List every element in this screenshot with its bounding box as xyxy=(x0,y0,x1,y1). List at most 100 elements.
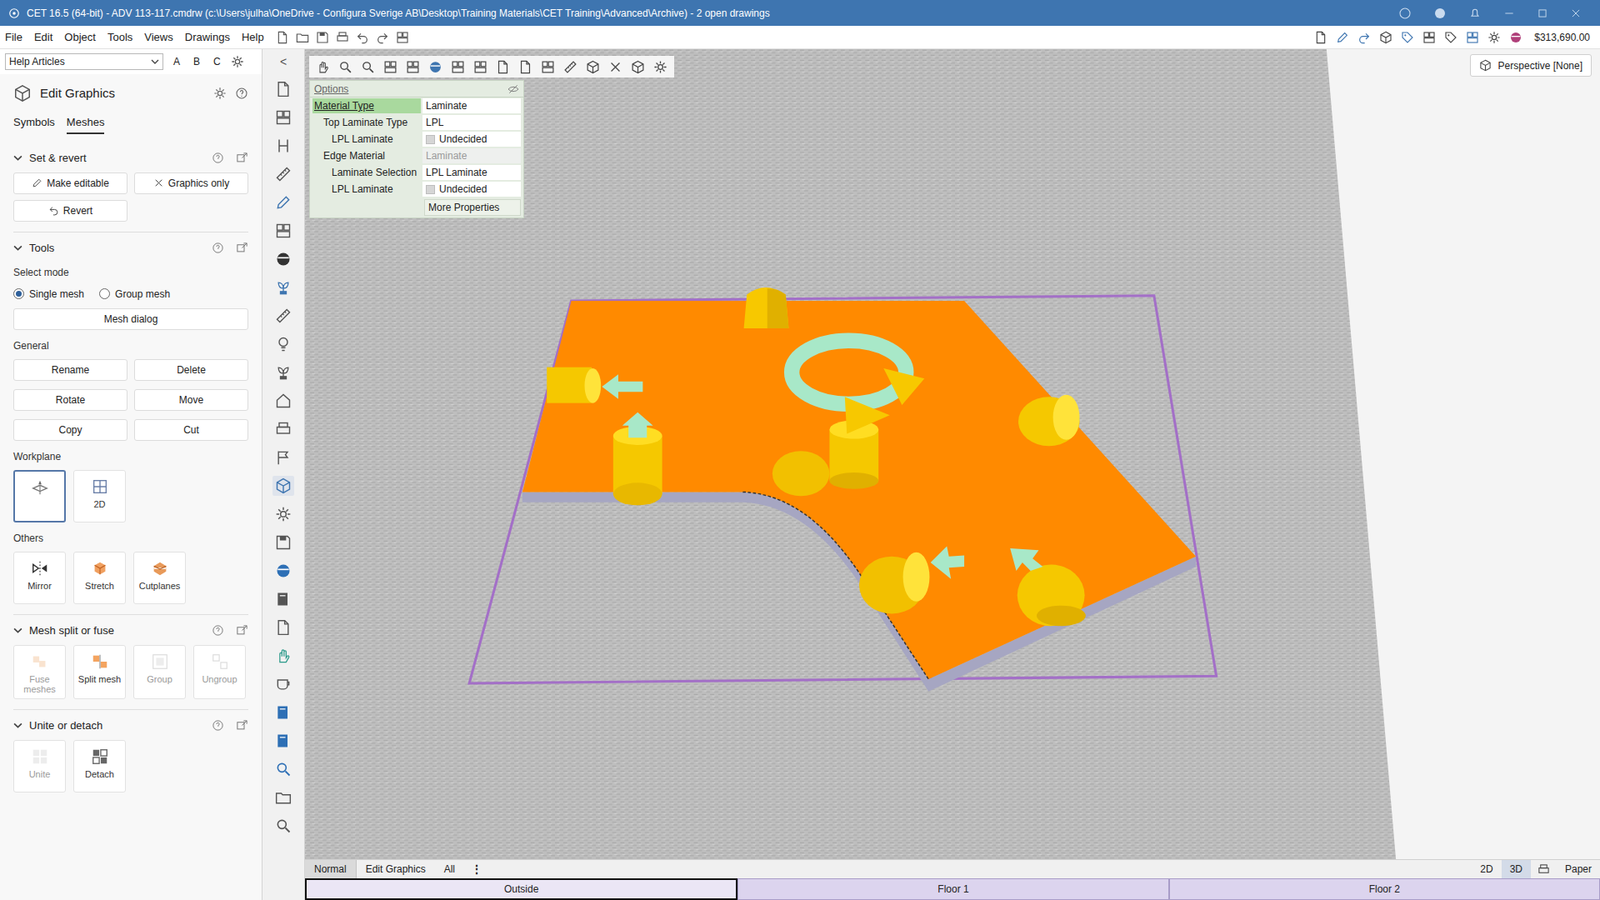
close-icon[interactable] xyxy=(1570,7,1582,20)
chevron-icon[interactable] xyxy=(13,243,23,253)
help-icon[interactable] xyxy=(235,86,249,100)
tool-tile[interactable]: Mirror xyxy=(13,551,66,605)
option-row[interactable]: Material TypeLaminate xyxy=(310,97,524,115)
chevron-icon[interactable] xyxy=(13,153,23,163)
section-header[interactable]: Set & revert xyxy=(13,149,249,168)
toolbar-button[interactable] xyxy=(272,759,295,780)
view-tab[interactable]: Normal xyxy=(305,860,357,879)
checkbox[interactable] xyxy=(425,135,435,145)
floor-tab[interactable]: Floor 1 xyxy=(737,878,1169,900)
toolbar-button[interactable] xyxy=(335,30,350,45)
toolbar-button[interactable] xyxy=(1509,30,1523,45)
menu-item[interactable]: File xyxy=(5,29,23,46)
view-tool-button[interactable] xyxy=(563,60,578,75)
section-header[interactable]: Mesh split or fuse xyxy=(13,621,249,640)
view-tool-button[interactable] xyxy=(383,60,398,75)
toolbar-button[interactable] xyxy=(315,30,330,45)
panel-button[interactable]: Mesh dialog xyxy=(13,308,249,330)
help-icon[interactable] xyxy=(211,719,225,732)
slab-top[interactable] xyxy=(522,300,1196,680)
toolbar-button[interactable] xyxy=(272,702,295,723)
radio-button[interactable] xyxy=(13,288,25,300)
toolbar-button[interactable] xyxy=(272,504,295,525)
tool-tile[interactable]: Fuse meshes xyxy=(13,645,66,700)
view-tool-button[interactable] xyxy=(540,60,555,75)
perspective-button[interactable]: Perspective [None] xyxy=(1470,54,1592,77)
help-icon[interactable] xyxy=(211,624,225,637)
quick-button[interactable]: B xyxy=(191,54,202,70)
toolbar-button[interactable] xyxy=(272,305,295,326)
menu-item[interactable]: Help xyxy=(241,29,265,46)
toolbar-button[interactable] xyxy=(1487,30,1501,45)
view-tool-button[interactable] xyxy=(495,60,510,75)
view-tool-button[interactable] xyxy=(518,60,533,75)
tool-tile[interactable]: Cutplanes xyxy=(133,551,186,605)
chevron-icon[interactable] xyxy=(13,720,23,730)
toolbar-button[interactable] xyxy=(272,815,295,836)
toolbar-button[interactable] xyxy=(272,730,295,751)
view-tool-button[interactable] xyxy=(428,60,443,75)
toolbar-button[interactable] xyxy=(272,79,295,100)
help-dropdown[interactable]: Help Articles xyxy=(5,53,164,70)
view-tool-button[interactable] xyxy=(630,60,645,75)
radio-option[interactable]: Group mesh xyxy=(99,286,170,302)
popout-icon[interactable] xyxy=(235,719,249,732)
toolbar-button[interactable] xyxy=(272,532,295,553)
toolbar-button[interactable] xyxy=(272,475,295,496)
view-tool-button[interactable] xyxy=(608,60,623,75)
toolbar-button[interactable] xyxy=(272,447,295,468)
menu-item[interactable]: Views xyxy=(144,29,173,46)
layout-button[interactable] xyxy=(1530,860,1557,879)
more-properties-button[interactable]: More Properties xyxy=(424,199,521,216)
radio-option[interactable]: Single mesh xyxy=(13,286,85,302)
help-icon[interactable] xyxy=(211,151,225,165)
panel-button[interactable]: Rotate xyxy=(13,389,128,411)
quick-button[interactable]: A xyxy=(171,54,182,70)
hide-icon[interactable] xyxy=(507,83,520,95)
panel-button[interactable]: Revert xyxy=(13,200,128,222)
toolbar-button[interactable] xyxy=(272,164,295,185)
toolbar-button[interactable] xyxy=(272,362,295,383)
collapse-button[interactable]: < xyxy=(280,49,287,75)
toolbar-button[interactable] xyxy=(272,249,295,270)
view-tab[interactable]: All xyxy=(435,860,465,879)
menu-item[interactable]: Tools xyxy=(107,29,133,46)
view-tool-button[interactable] xyxy=(315,60,330,75)
tool-tile[interactable]: Group xyxy=(133,645,186,700)
panel-settings[interactable] xyxy=(213,86,227,100)
toolbar-button[interactable] xyxy=(1335,30,1350,45)
chevron-icon[interactable] xyxy=(13,625,23,635)
view-mode-button[interactable]: 2D xyxy=(1471,860,1501,879)
view-tool-button[interactable] xyxy=(473,60,488,75)
toolbar-button[interactable] xyxy=(272,390,295,411)
tool-tile[interactable]: 2D xyxy=(73,470,126,523)
panel-button[interactable]: Move xyxy=(134,389,249,411)
toolbar-button[interactable] xyxy=(272,220,295,241)
toolbar-button[interactable] xyxy=(1314,30,1328,45)
toolbar-button[interactable] xyxy=(272,107,295,128)
view-tool-button[interactable] xyxy=(653,60,668,75)
panel-tab[interactable]: Meshes xyxy=(66,114,105,135)
panel-button[interactable]: Copy xyxy=(13,419,128,441)
tool-tile[interactable]: Split mesh xyxy=(73,645,126,700)
tool-tile[interactable] xyxy=(13,470,66,523)
help-icon[interactable] xyxy=(1398,6,1412,20)
view-mode-button[interactable]: 3D xyxy=(1501,860,1531,879)
tool-tile[interactable]: Unite xyxy=(13,740,66,793)
toolbar-button[interactable] xyxy=(272,135,295,156)
toolbar-button[interactable] xyxy=(375,30,390,45)
minimize-icon[interactable] xyxy=(1503,7,1515,20)
toolbar-button[interactable] xyxy=(1400,30,1415,45)
floor-tab[interactable]: Floor 2 xyxy=(1169,878,1600,900)
toolbar-button[interactable] xyxy=(272,589,295,610)
maximize-icon[interactable] xyxy=(1536,7,1549,20)
toolbar-button[interactable] xyxy=(272,277,295,298)
toolbar-button[interactable] xyxy=(1379,30,1393,45)
toolbar-button[interactable] xyxy=(272,419,295,440)
checkbox[interactable] xyxy=(425,185,435,195)
panel-button[interactable]: Delete xyxy=(134,359,249,381)
view-tab[interactable]: Edit Graphics xyxy=(356,860,435,879)
menu-item[interactable]: Drawings xyxy=(185,29,230,46)
toolbar-button[interactable] xyxy=(1444,30,1458,45)
toolbar-button[interactable] xyxy=(275,30,290,45)
